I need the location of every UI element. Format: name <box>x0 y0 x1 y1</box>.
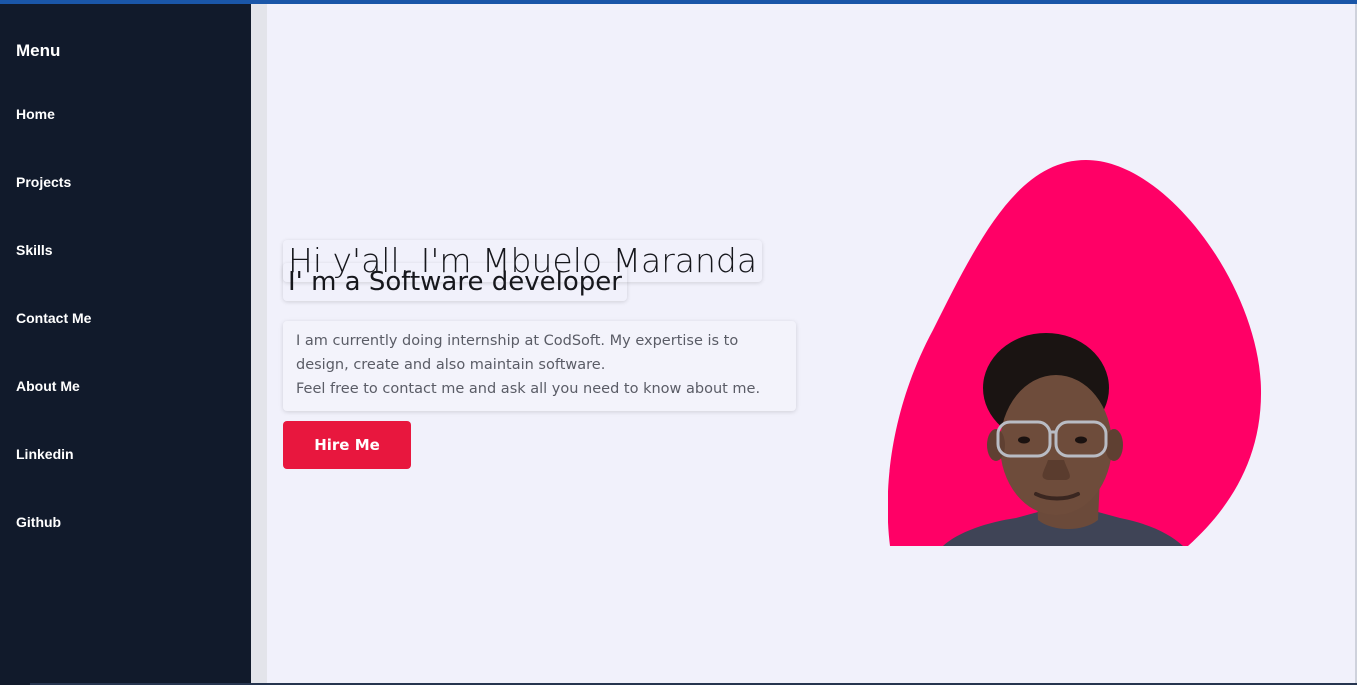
portrait-ear-left <box>987 429 1005 461</box>
profile-portrait <box>888 160 1262 546</box>
portrait-ear-right <box>1105 429 1123 461</box>
bio-line-2: Feel free to contact me and ask all you … <box>296 381 761 397</box>
hero-bio: I am currently doing internship at CodSo… <box>283 321 796 411</box>
hire-me-button[interactable]: Hire Me <box>283 421 411 469</box>
sidebar-item-github[interactable]: Github <box>16 514 61 530</box>
portrait-eye-right <box>1075 436 1087 444</box>
sidebar-gutter <box>251 4 267 685</box>
portrait-eye-left <box>1018 436 1030 444</box>
sidebar-item-skills[interactable]: Skills <box>16 242 53 258</box>
sidebar-item-linkedin[interactable]: Linkedin <box>16 446 74 462</box>
sidebar-title: Menu <box>16 41 61 60</box>
sidebar-item-projects[interactable]: Projects <box>16 174 71 190</box>
sidebar-item-contact-me[interactable]: Contact Me <box>16 310 91 326</box>
bio-line-1: I am currently doing internship at CodSo… <box>296 333 739 373</box>
sidebar-item-home[interactable]: Home <box>16 106 55 122</box>
sidebar-item-about-me[interactable]: About Me <box>16 378 80 394</box>
hero-role: I' m a Software developer <box>283 263 627 301</box>
sidebar-nav: Menu Home Projects Skills Contact Me Abo… <box>0 4 251 685</box>
